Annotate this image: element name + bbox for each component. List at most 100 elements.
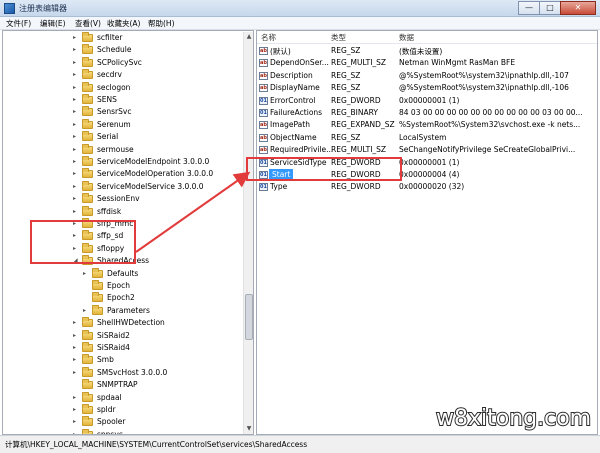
expand-icon[interactable]: ▸ [73,168,80,180]
menu-help[interactable]: 帮助(H) [148,18,175,29]
value-data: 0x00000001 (1) [399,95,460,105]
scroll-down-icon[interactable]: ▼ [244,424,253,434]
folder-icon [92,280,103,290]
value-row[interactable]: ab ImagePath REG_EXPAND_SZ %SystemRoot%\Sys… [257,119,597,131]
highlight-box-sharedaccess [30,220,136,264]
value-row[interactable]: ab (默认) REG_SZ (数值未设置) [257,45,597,57]
value-name: DependOnSer... [270,58,329,68]
value-data: LocalSystem [399,132,447,142]
expand-icon[interactable]: ▸ [73,32,80,44]
expand-icon[interactable]: ▸ [83,305,90,317]
status-path: 计算机\HKEY_LOCAL_MACHINE\SYSTEM\CurrentCon… [5,440,308,449]
expand-icon[interactable]: ▸ [73,82,80,94]
menu-edit[interactable]: 编辑(E) [40,18,66,29]
folder-icon [82,354,93,365]
reg-sz-icon: ab [259,146,268,155]
expand-icon[interactable]: ▸ [73,119,80,131]
column-header-data[interactable]: 数据 [399,32,414,43]
folder-icon [82,94,93,104]
tree-item-label: ShellHWDetection [97,318,165,328]
folder-icon [82,180,93,191]
expand-icon[interactable]: ▸ [73,94,80,106]
scroll-up-icon[interactable]: ▲ [244,32,253,42]
expand-icon [83,280,90,292]
tree-item-label: Serenum [97,119,131,129]
expand-icon[interactable]: ▸ [73,106,80,118]
menu-bar: 文件(F) 编辑(E) 查看(V) 收藏夹(A) 帮助(H) [0,17,600,30]
value-row[interactable]: 01 FailureActions REG_BINARY 84 03 00 00 00… [257,107,597,119]
value-row[interactable]: 01 Type REG_DWORD 0x00000020 (32) [257,181,597,193]
expand-icon[interactable]: ▸ [73,69,80,81]
tree-item-label: ServiceModelService 3.0.0.0 [97,181,204,191]
menu-view[interactable]: 查看(V) [75,18,101,29]
folder-icon [82,366,93,377]
tree-item-label: Parameters [107,305,150,315]
value-type: REG_MULTI_SZ [331,145,387,155]
folder-icon [82,168,93,179]
expand-icon[interactable]: ▸ [73,330,80,342]
window-controls: — □ ✕ [518,1,596,15]
expand-icon[interactable]: ▸ [73,342,80,354]
value-type: REG_DWORD [331,95,381,105]
expand-icon[interactable]: ▸ [73,193,80,205]
tree-item-label: Schedule [97,45,132,55]
tree-item-label: Epoch2 [107,293,135,303]
reg-binary-icon: 01 [259,96,268,105]
menu-file[interactable]: 文件(F) [6,18,31,29]
folder-icon [82,143,93,154]
tree-item-label: SensrSvc [97,107,132,117]
value-row[interactable]: ab DependOnSer... REG_MULTI_SZ Netman WinMg… [257,57,597,69]
value-name: ErrorControl [270,95,316,105]
values-list-pane[interactable]: 名称 类型 数据 ab (默认) REG_SZ (数值未设置) ab DependOnSe… [256,30,598,435]
tree-item-label: Defaults [107,268,139,278]
expand-icon[interactable]: ▸ [73,206,80,218]
value-name: ObjectName [270,132,317,142]
tree-item-label: secdrv [97,70,122,80]
maximize-button[interactable]: □ [539,1,561,15]
expand-icon[interactable]: ▸ [73,156,80,168]
close-button[interactable]: ✕ [560,1,596,15]
value-row[interactable]: 01 ErrorControl REG_DWORD 0x00000001 (1) [257,95,597,107]
value-type: REG_SZ [331,70,361,80]
expand-icon [83,292,90,304]
value-row[interactable]: ab DisplayName REG_SZ @%SystemRoot%\system3… [257,82,597,94]
value-data: %SystemRoot%\System32\svchost.exe -k net… [399,120,581,130]
expand-icon[interactable]: ▸ [83,268,90,280]
expand-icon[interactable]: ▸ [73,317,80,329]
expand-icon[interactable]: ▸ [73,416,80,428]
folder-icon [92,292,103,303]
value-data: 84 03 00 00 00 00 00 00 00 00 00 00 03 0… [399,108,583,117]
expand-icon[interactable]: ▸ [73,367,80,379]
status-bar: 计算机\HKEY_LOCAL_MACHINE\SYSTEM\CurrentCon… [0,435,600,453]
column-header-type[interactable]: 类型 [331,32,346,43]
watermark-logo: w8xitong.com [435,405,592,432]
minimize-button[interactable]: — [518,1,540,15]
expand-icon[interactable]: ▸ [73,44,80,56]
value-name: Type [270,182,288,192]
tree-item-label: seclogon [97,82,131,92]
expand-icon[interactable]: ▸ [73,392,80,404]
value-type: REG_DWORD [331,182,381,192]
tree-item-label: spdaal [97,392,122,402]
value-data: (数值未设置) [399,47,443,56]
expand-icon[interactable]: ▸ [73,131,80,143]
scroll-thumb[interactable] [245,294,253,340]
value-row[interactable]: ab RequiredPrivile... REG_MULTI_SZ SeChange… [257,144,597,156]
menu-favorites[interactable]: 收藏夹(A) [107,18,140,29]
expand-icon[interactable]: ▸ [73,354,80,366]
expand-icon[interactable]: ▸ [73,144,80,156]
tree-scrollbar[interactable]: ▲ ▼ [243,32,253,434]
folder-icon [82,317,93,328]
value-type: REG_BINARY [331,108,378,117]
value-row[interactable]: ab Description REG_SZ @%SystemRoot%\system3… [257,70,597,82]
value-data: 0x00000001 (1) [399,157,460,167]
value-type: REG_MULTI_SZ [331,58,387,68]
value-data: SeChangeNotifyPrivilege SeCreateGlobalPr… [399,145,576,155]
column-header-name[interactable]: 名称 [261,32,276,43]
folder-icon [82,56,93,67]
expand-icon[interactable]: ▸ [73,404,80,416]
value-row[interactable]: ab ObjectName REG_SZ LocalSystem [257,132,597,144]
expand-icon[interactable]: ▸ [73,181,80,193]
expand-icon[interactable]: ▸ [73,57,80,69]
tree-item-label: SCPolicySvc [97,57,142,67]
